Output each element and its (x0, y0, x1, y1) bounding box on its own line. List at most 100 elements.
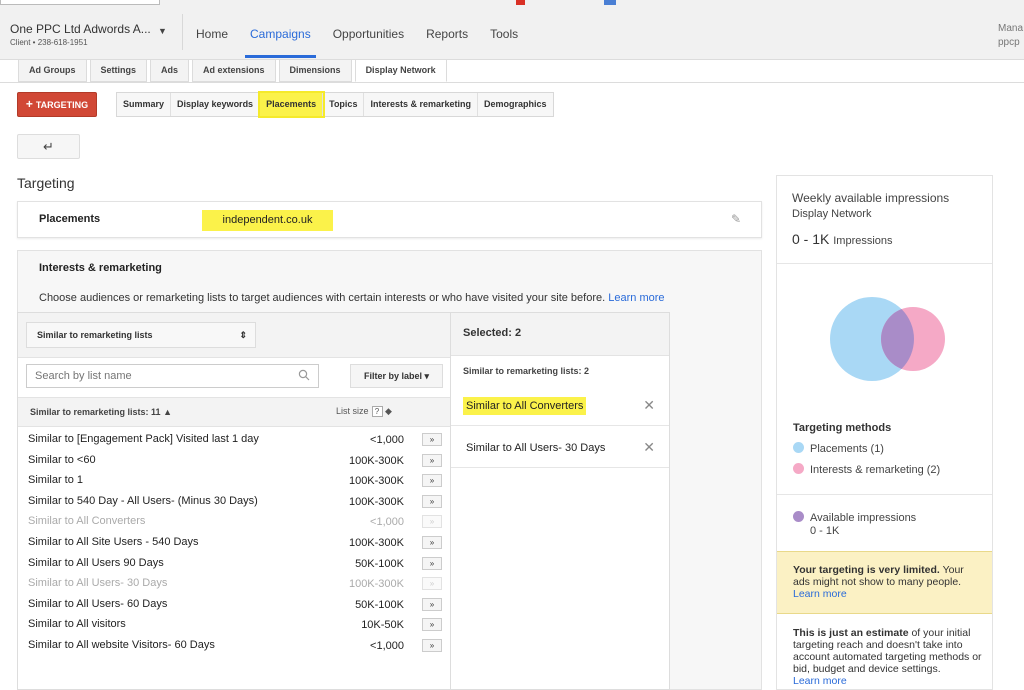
add-list-button[interactable]: » (422, 618, 442, 632)
tab-settings[interactable]: Settings (89, 60, 148, 82)
list-item: Similar to All Users- 30 Days 100K-300K … (18, 573, 450, 594)
plus-icon: + (25, 97, 33, 111)
user-name: Mana (998, 23, 1024, 34)
sidebar-divider (777, 494, 992, 495)
filter-by-label-button[interactable]: Filter by label ▾ (350, 364, 443, 388)
tab-ad-groups[interactable]: Ad Groups (18, 60, 87, 82)
add-list-button-disabled: » (422, 577, 442, 591)
segment-summary[interactable]: Summary (117, 93, 172, 116)
limited-targeting-warning: Your targeting is very limited. Your ads… (777, 551, 992, 614)
list-type-value: Similar to remarketing lists (37, 330, 153, 340)
list-item-name: Similar to 540 Day - All Users- (Minus 3… (28, 494, 258, 507)
add-list-button[interactable]: » (422, 453, 442, 467)
nav-reports[interactable]: Reports (426, 27, 468, 57)
tab-ad-extensions[interactable]: Ad extensions (192, 60, 276, 82)
list-item-size: 10K-50K (361, 619, 404, 632)
list-count: Similar to remarketing lists: 11 (30, 407, 161, 417)
blue-dot-icon (793, 442, 804, 453)
nav-home[interactable]: Home (196, 27, 228, 57)
network-label: Display Network (792, 208, 872, 220)
help-icon[interactable]: ? (371, 406, 383, 417)
add-list-button[interactable]: » (422, 433, 442, 446)
close-icon[interactable]: ✕ (643, 397, 655, 414)
list-size-header[interactable]: List size? ◆ (336, 406, 392, 417)
list-item-name: Similar to <60 (28, 453, 96, 466)
legend-placements: Placements (1) (793, 442, 884, 455)
toolbar-blue-icon (604, 0, 616, 5)
segment-topics[interactable]: Topics (323, 93, 365, 116)
page-title: Targeting (17, 175, 75, 191)
add-list-button-disabled: » (422, 515, 442, 529)
list-item[interactable]: Similar to [Engagement Pack] Visited las… (18, 429, 450, 450)
warning-learn-more-link[interactable]: Learn more (793, 588, 847, 600)
edit-pencil-icon[interactable]: ✎ (731, 212, 741, 226)
list-item[interactable]: Similar to 1 100K-300K » (18, 470, 450, 491)
selected-subheader: Similar to remarketing lists: 2 (463, 366, 590, 376)
list-item[interactable]: Similar to All visitors 10K-50K » (18, 614, 450, 635)
subtabs-divider (0, 82, 1024, 83)
tab-display-network[interactable]: Display Network (354, 60, 447, 82)
estimate-learn-more-link[interactable]: Learn more (793, 675, 847, 687)
nav-opportunities[interactable]: Opportunities (333, 27, 404, 57)
segment-display-keywords[interactable]: Display keywords (171, 93, 261, 116)
back-arrow-icon: ↵ (43, 139, 54, 154)
list-item-name: Similar to All visitors (28, 618, 126, 631)
browser-address-strip (0, 0, 160, 5)
list-item[interactable]: Similar to All Users- 60 Days 50K-100K » (18, 594, 450, 615)
list-item-size: 100K-300K (348, 578, 404, 591)
chevron-down-icon[interactable]: ▼ (158, 26, 167, 36)
learn-more-link[interactable]: Learn more (608, 292, 664, 304)
sort-up-icon: ▲ (163, 407, 172, 417)
selected-item: Similar to All Users- 30 Days ✕ (451, 427, 669, 468)
list-item-size: 50K-100K (355, 557, 404, 570)
list-header: Similar to remarketing lists: 11 ▲ List … (18, 397, 450, 427)
add-list-button[interactable]: » (422, 597, 442, 611)
add-targeting-button[interactable]: + TARGETING (17, 92, 97, 117)
list-item[interactable]: Similar to All website Visitors- 60 Days… (18, 635, 450, 656)
list-type-select[interactable]: Similar to remarketing lists ⇕ (26, 322, 256, 348)
search-input[interactable] (26, 364, 319, 388)
toolbar-red-icon (516, 0, 525, 5)
placements-label: Placements (39, 213, 101, 225)
nav-campaigns[interactable]: Campaigns (245, 27, 316, 58)
list-item[interactable]: Similar to All Site Users - 540 Days 100… (18, 532, 450, 553)
segment-demographics[interactable]: Demographics (478, 93, 553, 116)
add-targeting-label: TARGETING (35, 100, 89, 110)
legend-interests-label: Interests & remarketing (2) (810, 464, 941, 476)
list-item-size: 100K-300K (348, 475, 404, 488)
list-item[interactable]: Similar to All Users 90 Days 50K-100K » (18, 553, 450, 574)
list-item-name: Similar to [Engagement Pack] Visited las… (28, 433, 259, 445)
campaign-subtabs: Ad Groups Settings Ads Ad extensions Dim… (18, 60, 450, 82)
list-item[interactable]: Similar to <60 100K-300K » (18, 450, 450, 471)
list-count-header[interactable]: Similar to remarketing lists: 11 ▲ (30, 407, 172, 417)
add-list-button[interactable]: » (422, 535, 442, 549)
add-list-button[interactable]: » (422, 494, 442, 508)
impressions-unit: Impressions (833, 235, 893, 247)
back-button[interactable]: ↵ (17, 134, 80, 159)
add-list-button[interactable]: » (422, 474, 442, 488)
placements-card: Placements independent.co.uk ✎ (17, 201, 762, 238)
nav-tools[interactable]: Tools (490, 27, 518, 57)
tab-ads[interactable]: Ads (150, 60, 190, 82)
selected-item: Similar to All Converters ✕ (451, 385, 669, 426)
selected-item-name: Similar to All Users- 30 Days (466, 442, 606, 454)
interests-description: Choose audiences or remarketing lists to… (39, 292, 665, 304)
add-list-button[interactable]: » (422, 556, 442, 570)
available-impressions: Available impressions (793, 511, 916, 524)
interests-description-text: Choose audiences or remarketing lists to… (39, 292, 606, 304)
list-toolbar: Similar to remarketing lists ⇕ (18, 313, 450, 358)
user-menu[interactable]: Mana ppcp (998, 22, 1024, 50)
audience-list-panel: Similar to remarketing lists ⇕ Filter by… (17, 312, 451, 690)
close-icon[interactable]: ✕ (643, 439, 655, 456)
list-item-name: Similar to All website Visitors- 60 Days (28, 638, 215, 651)
tab-dimensions[interactable]: Dimensions (278, 60, 352, 82)
account-selector[interactable]: One PPC Ltd Adwords A... Client • 238-61… (10, 22, 170, 47)
top-navigation-bar: One PPC Ltd Adwords A... Client • 238-61… (0, 0, 1024, 60)
list-item-size: 100K-300K (348, 454, 404, 467)
add-list-button[interactable]: » (422, 638, 442, 652)
list-item-name: Similar to 1 (28, 474, 84, 487)
account-name: One PPC Ltd Adwords A... (10, 22, 151, 36)
segment-placements[interactable]: Placements (258, 91, 326, 118)
list-item[interactable]: Similar to 540 Day - All Users- (Minus 3… (18, 491, 450, 512)
segment-interests-remarketing[interactable]: Interests & remarketing (364, 93, 478, 116)
